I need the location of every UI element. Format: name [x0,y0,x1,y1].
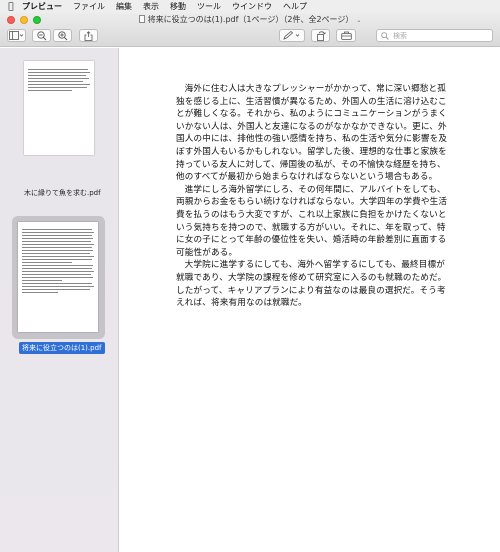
rotate-icon [316,30,326,41]
markup-pen-button[interactable] [279,29,305,42]
menu-help[interactable]: ヘルプ [283,0,307,13]
menu-go[interactable]: 移動 [170,0,186,13]
page-thumbnail[interactable] [18,222,98,332]
menu-bar:  プレビュー ファイル 編集 表示 移動 ツール ウインドウ ヘルプ [0,0,500,13]
markup-toolbar-button[interactable] [336,29,356,42]
chevron-down-icon: ⌄ [356,17,362,24]
document-view[interactable]: 海外に住む人は大きなプレッシャーがかかって、常に深い郷愁と孤独を感じる上に、生活… [120,48,500,552]
share-icon [84,30,93,41]
document-paragraph: 進学にしろ海外留学にしろ、その何年間に、アルバイトをしても、両親からお金をもらい… [176,184,448,258]
toolbox-icon [340,31,352,40]
search-placeholder: 検索 [393,31,407,40]
menu-window[interactable]: ウインドウ [232,0,272,13]
zoom-out-button[interactable] [32,29,51,42]
search-icon [381,31,389,40]
thumbnail-sidebar[interactable]: 木に縁りて魚を求む.pdf 将来に役立つのは(1).pdf [0,48,119,552]
share-button[interactable] [79,29,98,42]
document-icon [138,15,145,23]
search-input[interactable]: 検索 [376,29,493,42]
menu-view[interactable]: 表示 [143,0,159,13]
zoom-out-icon [36,30,46,40]
rotate-button[interactable] [311,29,330,42]
thumbnail-label-selected[interactable]: 将来に役立つのは(1).pdf [19,342,105,354]
sidebar-view-button[interactable] [7,29,26,42]
document-paragraph: 海外に住む人は大きなプレッシャーがかかって、常に深い郷愁と孤独を感じる上に、生活… [176,84,448,183]
sidebar-icon [9,31,24,40]
window-title[interactable]: 将来に役立つのは(1).pdf（1ページ）（2件、全2ページ） ⌄ [0,14,500,27]
page-thumbnail[interactable] [24,61,94,155]
thumbnail-label[interactable]: 木に縁りて魚を求む.pdf [24,188,101,198]
zoom-in-icon [57,30,67,40]
zoom-in-button[interactable] [53,29,72,42]
window-toolbar: 将来に役立つのは(1).pdf（1ページ）（2件、全2ページ） ⌄ 検索 [0,13,500,47]
window-title-text: 将来に役立つのは(1).pdf（1ページ）（2件、全2ページ） [147,15,354,24]
document-page-text: 海外に住む人は大きなプレッシャーがかかって、常に深い郷愁と孤独を感じる上に、生活… [176,83,448,310]
apple-menu-icon[interactable]:  [0,2,22,12]
menu-file[interactable]: ファイル [73,0,105,13]
document-paragraph: 大学院に進学するにしても、海外へ留学するにしても、最終目標が就職であり、大学院の… [176,260,447,309]
menu-edit[interactable]: 編集 [116,0,132,13]
menu-tools[interactable]: ツール [197,0,221,13]
pen-icon [283,31,300,40]
menu-app[interactable]: プレビュー [22,0,62,13]
